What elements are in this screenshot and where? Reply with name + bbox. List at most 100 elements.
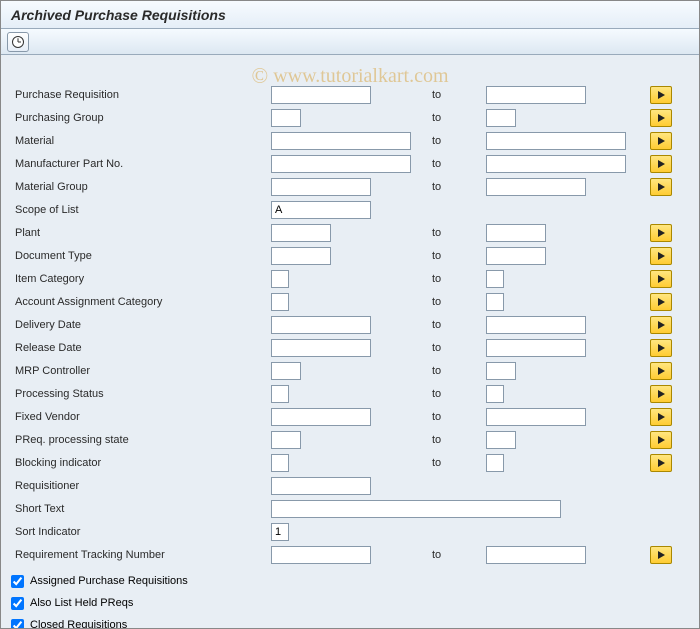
input-purchase-requisition-from[interactable] [271,86,371,104]
input-document-type-to[interactable] [486,247,546,265]
label-account-assignment-category: Account Assignment Category [11,296,271,308]
input-release-date-to[interactable] [486,339,586,357]
input-preq-processing-state-from[interactable] [271,431,301,449]
input-material-group-to[interactable] [486,178,586,196]
input-account-assignment-category-to[interactable] [486,293,504,311]
input-fixed-vendor-to[interactable] [486,408,586,426]
input-mrp-controller-to[interactable] [486,362,516,380]
label-scope-of-list: Scope of List [11,204,271,216]
multi-select-document-type[interactable] [650,247,672,265]
to-label: to [426,365,486,377]
multi-select-delivery-date[interactable] [650,316,672,334]
input-material-to[interactable] [486,132,626,150]
execute-button[interactable] [7,32,29,52]
label-purchasing-group: Purchasing Group [11,112,271,124]
input-mrp-controller-from[interactable] [271,362,301,380]
input-manufacturer-part-no-to[interactable] [486,155,626,173]
label-material: Material [11,135,271,147]
to-label: to [426,434,486,446]
input-requirement-tracking-number-from[interactable] [271,546,371,564]
label-purchase-requisition: Purchase Requisition [11,89,271,101]
label-requisitioner: Requisitioner [11,480,271,492]
input-item-category-to[interactable] [486,270,504,288]
input-manufacturer-part-no-from[interactable] [271,155,411,173]
input-material-from[interactable] [271,132,411,150]
label-plant: Plant [11,227,271,239]
page-title-bar: Archived Purchase Requisitions [1,1,699,29]
multi-select-mrp-controller[interactable] [650,362,672,380]
input-plant-from[interactable] [271,224,331,242]
input-purchasing-group-to[interactable] [486,109,516,127]
row-material: Material to [1,129,699,152]
to-label: to [426,135,486,147]
input-item-category-from[interactable] [271,270,289,288]
input-purchasing-group-from[interactable] [271,109,301,127]
input-delivery-date-to[interactable] [486,316,586,334]
input-scope-of-list[interactable] [271,201,371,219]
multi-select-release-date[interactable] [650,339,672,357]
checkbox-also-list-held-preqs[interactable] [11,597,24,610]
arrow-right-icon [658,321,665,329]
label-short-text: Short Text [11,503,271,515]
input-sort-indicator[interactable] [271,523,289,541]
input-document-type-from[interactable] [271,247,331,265]
input-blocking-indicator-from[interactable] [271,454,289,472]
multi-select-material[interactable] [650,132,672,150]
multi-select-manufacturer-part-no[interactable] [650,155,672,173]
row-fixed-vendor: Fixed Vendor to [1,405,699,428]
multi-select-material-group[interactable] [650,178,672,196]
label-closed-requisitions: Closed Requisitions [30,619,127,629]
app-window: Archived Purchase Requisitions © www.tut… [0,0,700,629]
input-plant-to[interactable] [486,224,546,242]
arrow-right-icon [658,275,665,283]
multi-select-plant[interactable] [650,224,672,242]
to-label: to [426,89,486,101]
to-label: to [426,296,486,308]
label-assigned-purchase-requisitions: Assigned Purchase Requisitions [30,575,188,587]
to-label: to [426,112,486,124]
arrow-right-icon [658,390,665,398]
input-material-group-from[interactable] [271,178,371,196]
label-preq-processing-state: PReq. processing state [11,434,271,446]
input-requisitioner[interactable] [271,477,371,495]
input-processing-status-to[interactable] [486,385,504,403]
to-label: to [426,250,486,262]
multi-select-processing-status[interactable] [650,385,672,403]
row-processing-status: Processing Status to [1,382,699,405]
multi-select-fixed-vendor[interactable] [650,408,672,426]
to-label: to [426,181,486,193]
multi-select-blocking-indicator[interactable] [650,454,672,472]
multi-select-item-category[interactable] [650,270,672,288]
input-blocking-indicator-to[interactable] [486,454,504,472]
arrow-right-icon [658,160,665,168]
multi-select-account-assignment-category[interactable] [650,293,672,311]
multi-select-purchasing-group[interactable] [650,109,672,127]
label-manufacturer-part-no: Manufacturer Part No. [11,158,271,170]
input-processing-status-from[interactable] [271,385,289,403]
row-requirement-tracking-number: Requirement Tracking Number to [1,543,699,566]
input-requirement-tracking-number-to[interactable] [486,546,586,564]
input-account-assignment-category-from[interactable] [271,293,289,311]
label-requirement-tracking-number: Requirement Tracking Number [11,549,271,561]
checkbox-assigned-purchase-requisitions[interactable] [11,575,24,588]
arrow-right-icon [658,436,665,444]
arrow-right-icon [658,137,665,145]
multi-select-requirement-tracking-number[interactable] [650,546,672,564]
input-release-date-from[interactable] [271,339,371,357]
checkbox-closed-requisitions[interactable] [11,619,24,629]
input-short-text[interactable] [271,500,561,518]
input-fixed-vendor-from[interactable] [271,408,371,426]
row-material-group: Material Group to [1,175,699,198]
arrow-right-icon [658,114,665,122]
input-purchase-requisition-to[interactable] [486,86,586,104]
row-plant: Plant to [1,221,699,244]
input-preq-processing-state-to[interactable] [486,431,516,449]
label-release-date: Release Date [11,342,271,354]
multi-select-preq-processing-state[interactable] [650,431,672,449]
row-purchasing-group: Purchasing Group to [1,106,699,129]
to-label: to [426,549,486,561]
input-delivery-date-from[interactable] [271,316,371,334]
label-document-type: Document Type [11,250,271,262]
arrow-right-icon [658,252,665,260]
multi-select-purchase-requisition[interactable] [650,86,672,104]
